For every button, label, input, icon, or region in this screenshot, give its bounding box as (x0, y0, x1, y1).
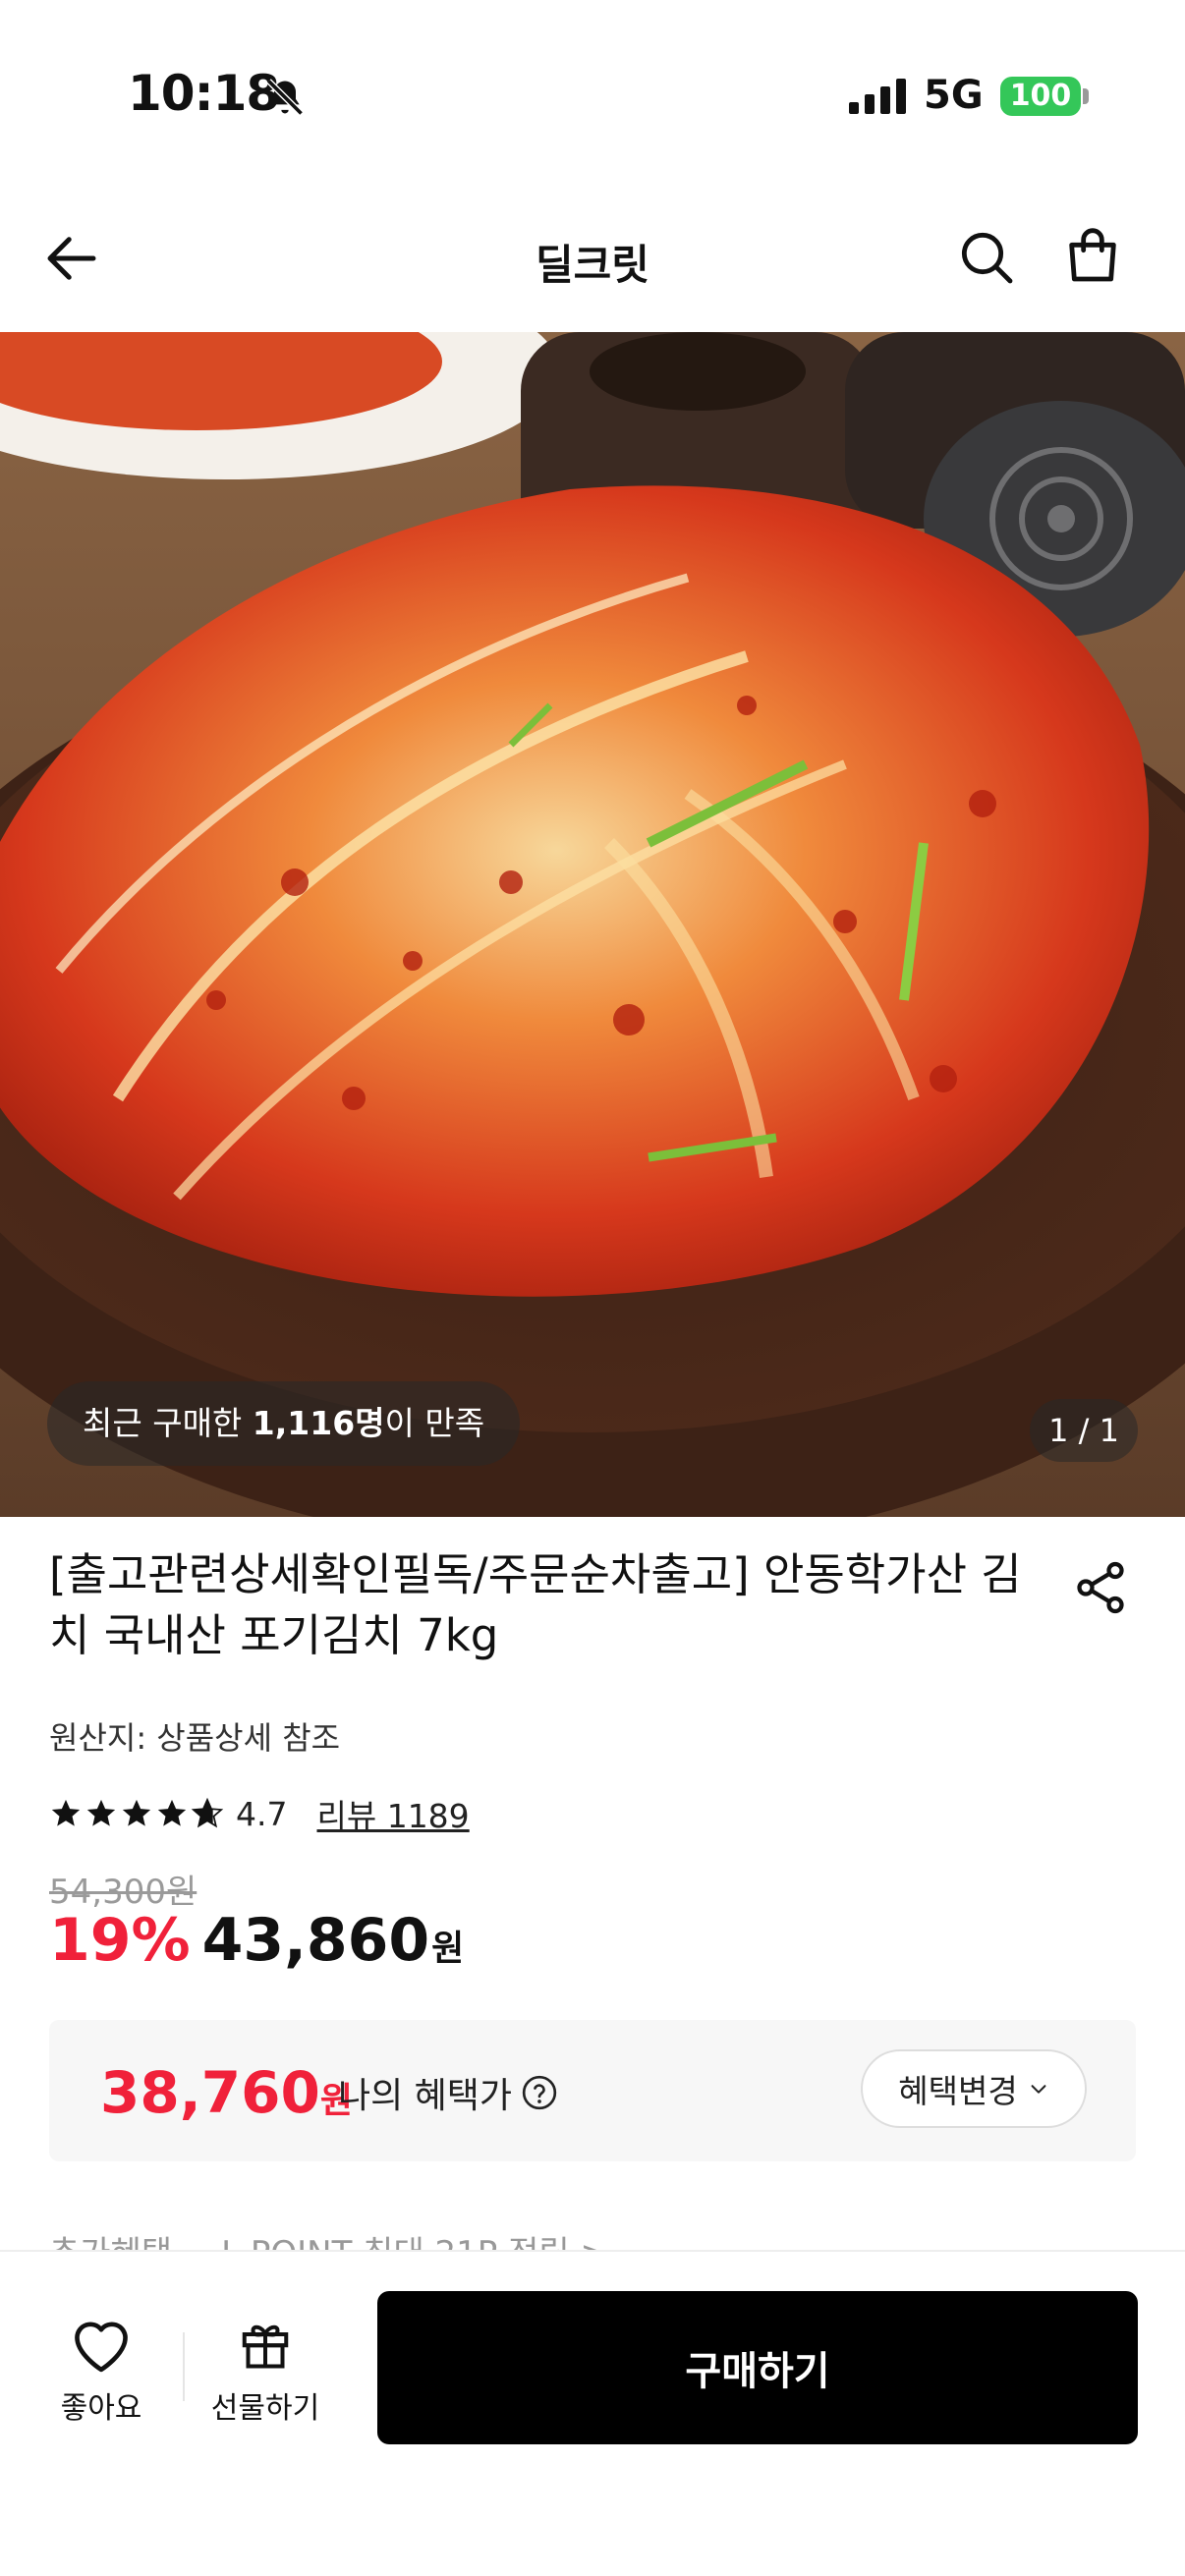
sale-price: 43,860 (201, 1906, 430, 1975)
heart-icon (75, 2322, 128, 2373)
gift-icon (242, 2324, 289, 2369)
benefit-price: 38,760원 (100, 2059, 353, 2126)
star-icon (51, 1799, 81, 1826)
divider (183, 2332, 185, 2401)
nav-bar: 딜크릿 (0, 196, 1185, 332)
bell-slash-icon (266, 79, 304, 116)
rating-value: 4.7 (236, 1794, 288, 1833)
sale-price-currency: 원 (431, 1929, 465, 1969)
like-button[interactable]: 좋아요 (37, 2315, 165, 2433)
status-time: 10:18 (128, 65, 280, 122)
bottom-action-bar: 좋아요 선물하기 구매하기 (0, 2250, 1185, 2576)
benefit-change-label: 혜택변경 (898, 2072, 1018, 2110)
gift-button[interactable]: 선물하기 (197, 2315, 334, 2433)
star-rating (49, 1797, 224, 1830)
benefit-change-button[interactable]: 혜택변경 (861, 2049, 1087, 2128)
buyer-suffix: 이 만족 (384, 1404, 485, 1442)
star-half-icon (191, 1797, 224, 1828)
benefit-price-value: 38,760 (100, 2059, 320, 2126)
rating-row: 4.7 리뷰 1189 (49, 1790, 470, 1837)
status-bar: 10:18 5G 100 (0, 0, 1185, 196)
gift-label: 선물하기 (210, 2391, 320, 2426)
product-title: [출고관련상세확인필독/주문순차출고] 안동학가산 김치 국내산 포기김치 7k… (49, 1548, 1022, 1661)
chevron-down-icon (1031, 2085, 1046, 2094)
help-circle-icon[interactable] (520, 2073, 559, 2112)
signal-icon (849, 79, 906, 114)
shopping-bag-icon[interactable] (1061, 224, 1124, 287)
share-icon[interactable] (1071, 1558, 1130, 1617)
buyer-count: 1,116명 (252, 1404, 385, 1442)
price-row: 19% 43,860 원 (49, 1906, 464, 1985)
origin-info: 원산지: 상품상세 참조 (49, 1719, 341, 1757)
recent-buyers-badge: 최근 구매한 1,116명이 만족 (47, 1381, 521, 1466)
star-icon (86, 1799, 116, 1826)
buyer-prefix: 최근 구매한 (83, 1404, 253, 1442)
benefit-label-text: 나의 혜택가 (338, 2076, 513, 2116)
kimchi-photo (0, 332, 1185, 1517)
benefit-label: 나의 혜택가 (338, 2067, 559, 2118)
battery-tip (1083, 88, 1089, 104)
discount-rate: 19% (49, 1906, 191, 1975)
star-icon (122, 1799, 151, 1826)
star-icon (157, 1799, 187, 1826)
battery-icon: 100 (1000, 77, 1081, 116)
review-link[interactable]: 리뷰 1189 (316, 1790, 469, 1837)
my-benefit-box: 38,760원 나의 혜택가 혜택변경 (49, 2020, 1136, 2161)
like-label: 좋아요 (60, 2391, 142, 2426)
search-icon[interactable] (955, 226, 1018, 289)
image-page-indicator: 1 / 1 (1030, 1399, 1138, 1462)
product-image[interactable]: 최근 구매한 1,116명이 만족 1 / 1 (0, 332, 1185, 1517)
network-type: 5G (924, 73, 984, 118)
buy-button[interactable]: 구매하기 (377, 2291, 1138, 2444)
